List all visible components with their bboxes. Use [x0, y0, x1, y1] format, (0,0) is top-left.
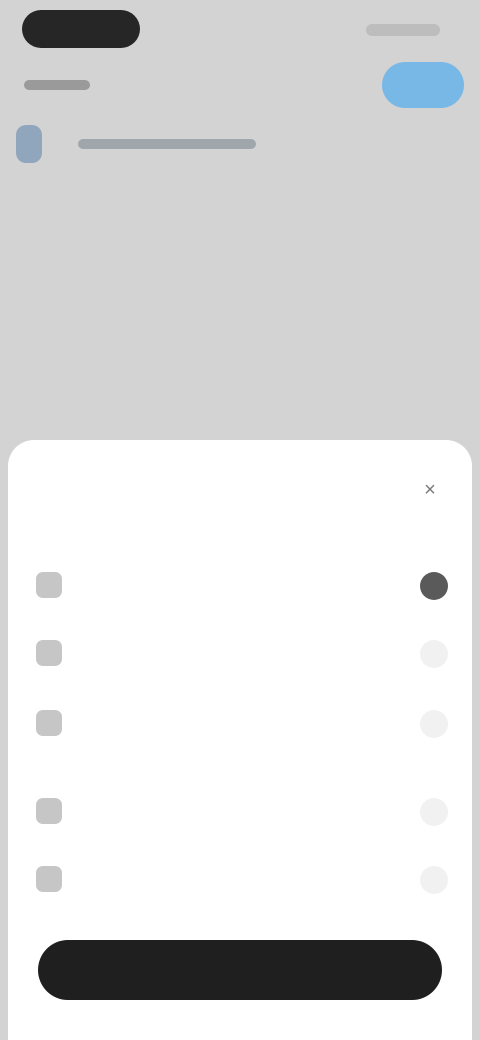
bottom-sheet: × — [8, 440, 472, 1040]
radio-icon[interactable] — [420, 710, 448, 738]
option-5[interactable] — [36, 866, 448, 894]
subtitle-placeholder — [24, 80, 90, 90]
option-3[interactable] — [36, 710, 448, 738]
primary-action-button[interactable] — [38, 940, 442, 1000]
radio-icon[interactable] — [420, 866, 448, 894]
info-row — [16, 124, 256, 164]
sheet-header: × — [36, 476, 444, 504]
radio-icon[interactable] — [420, 798, 448, 826]
action-pill[interactable] — [382, 62, 464, 108]
header-meta — [366, 24, 440, 36]
radio-icon[interactable] — [420, 640, 448, 668]
shield-icon — [16, 125, 42, 163]
radio-selected-icon[interactable] — [420, 572, 448, 600]
info-text — [78, 139, 256, 149]
app-pill[interactable] — [22, 10, 140, 48]
list-icon — [36, 798, 62, 824]
option-1[interactable] — [36, 572, 448, 600]
user-icon — [36, 866, 62, 892]
clock-icon — [36, 640, 62, 666]
option-4[interactable] — [36, 798, 448, 826]
calendar-icon — [36, 710, 62, 736]
document-icon — [36, 572, 62, 598]
option-2[interactable] — [36, 640, 448, 668]
close-icon[interactable]: × — [416, 476, 444, 504]
